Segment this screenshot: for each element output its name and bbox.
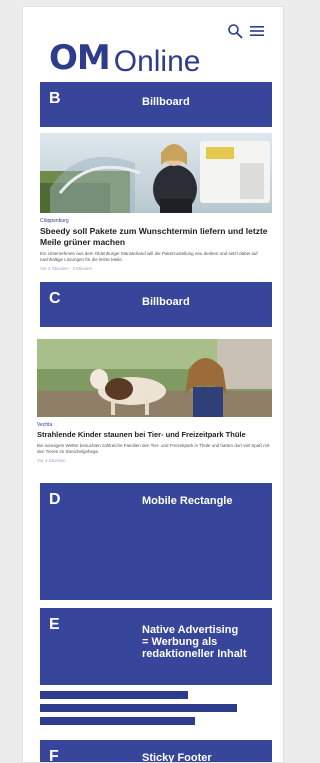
article-headline[interactable]: Sbeedy soll Pakete zum Wunschtermin lief… xyxy=(40,226,272,248)
ad-slot-letter: B xyxy=(49,90,61,107)
article-photo-delivery xyxy=(40,133,272,213)
ad-slot-mobile-rectangle[interactable]: D Mobile Rectangle xyxy=(40,483,272,600)
article-photo-goat xyxy=(37,339,272,417)
ad-slot-label: Native Advertising = Werbung als redakti… xyxy=(142,624,247,660)
search-icon[interactable] xyxy=(227,23,243,39)
hamburger-menu-icon[interactable] xyxy=(249,23,265,39)
page: { "header": { "logo_bold": "OM", "logo_l… xyxy=(0,0,291,763)
article-photo-image xyxy=(37,339,272,417)
ad-slot-label: Mobile Rectangle xyxy=(142,495,233,507)
article-meta: Vor 4 Stunden xyxy=(37,458,66,463)
logo-online-text: Online xyxy=(113,45,201,78)
article-teaser-text: Bei sonnigem Wetter besuchten zahlreiche… xyxy=(37,443,270,454)
article-headline[interactable]: Strahlende Kinder staunen bei Tier- und … xyxy=(37,430,272,440)
header-actions xyxy=(227,23,265,39)
ad-slot-billboard-top[interactable]: B Billboard xyxy=(40,82,272,127)
article-meta: Vor 2 Stunden · 3 Minuten xyxy=(40,266,93,271)
article-photo-image xyxy=(40,133,272,213)
ad-slot-billboard-mid[interactable]: C Billboard xyxy=(40,282,272,327)
text-placeholder-bars xyxy=(40,691,237,730)
article-teaser-text: Ein Unternehmen aus dem Oldenburger Müns… xyxy=(40,251,258,262)
ad-slot-letter: E xyxy=(49,616,60,633)
site-logo[interactable]: OM Online xyxy=(49,35,201,78)
ad-slot-letter: C xyxy=(49,290,61,307)
placeholder-bar xyxy=(40,691,188,699)
ad-slot-label: Billboard xyxy=(142,96,190,108)
placeholder-bar xyxy=(40,704,237,712)
ad-slot-native-advertising[interactable]: E Native Advertising = Werbung als redak… xyxy=(40,608,272,685)
article-kicker: Vechta xyxy=(37,422,53,428)
mobile-page-frame: OM Online B Billboard Cloppenburg Sbeedy… xyxy=(23,7,283,762)
article-teaser[interactable]: Cloppenburg Sbeedy soll Pakete zum Wunsc… xyxy=(40,133,272,271)
logo-om-text: OM xyxy=(49,38,111,78)
article-kicker: Cloppenburg xyxy=(40,218,69,224)
ad-slot-label: Sticky Footer xyxy=(142,752,212,762)
ad-slot-sticky-footer[interactable]: F Sticky Footer xyxy=(40,740,272,762)
ad-slot-label: Billboard xyxy=(142,296,190,308)
ad-slot-letter: F xyxy=(49,748,59,762)
article-teaser[interactable]: Vechta Strahlende Kinder staunen bei Tie… xyxy=(37,339,272,463)
ad-slot-letter: D xyxy=(49,491,61,508)
placeholder-bar xyxy=(40,717,195,725)
